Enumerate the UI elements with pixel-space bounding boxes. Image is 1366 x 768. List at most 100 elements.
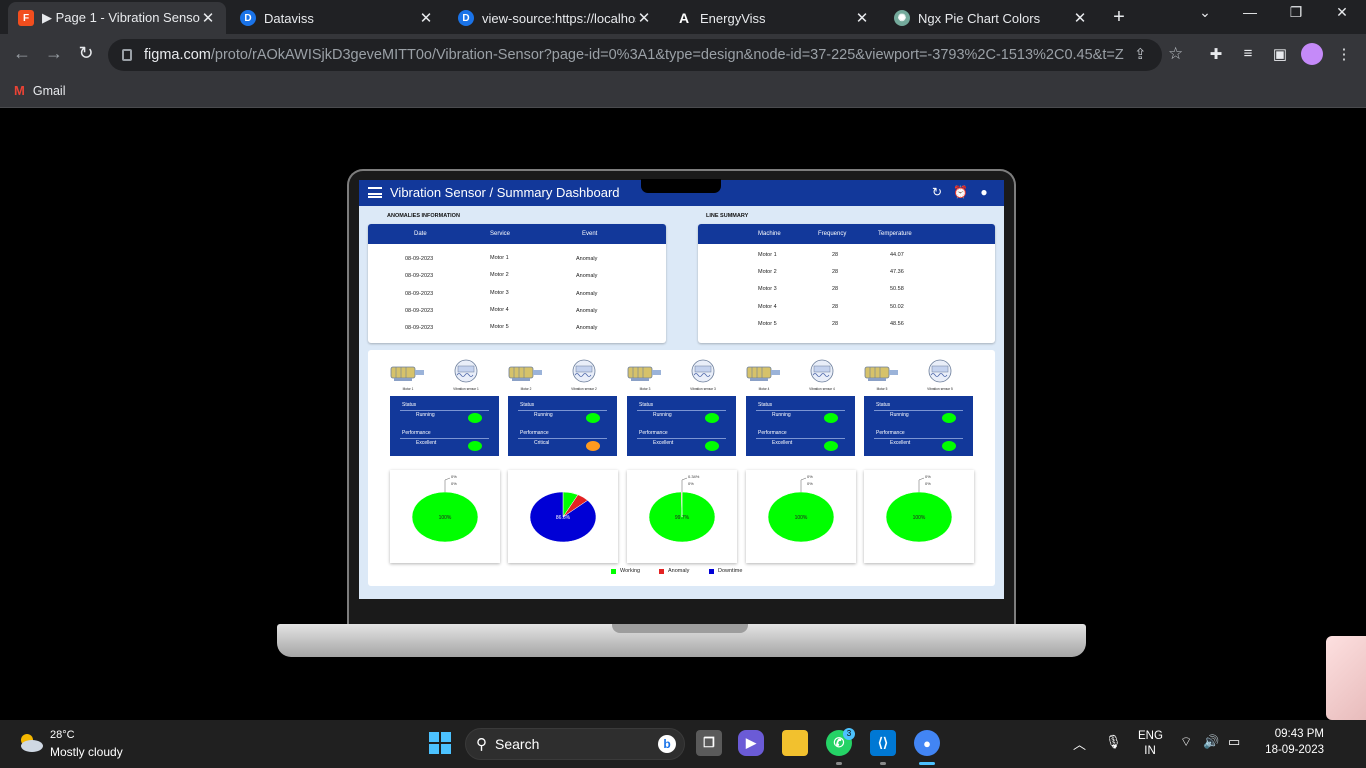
bookmark-gmail[interactable]: M Gmail	[14, 83, 66, 98]
weather-description[interactable]: Mostly cloudy	[50, 745, 123, 759]
close-icon[interactable]: ✕	[854, 9, 870, 27]
active-app-indicator	[919, 762, 935, 765]
close-icon[interactable]: ✕	[200, 9, 216, 27]
windows-start-button[interactable]	[427, 730, 453, 756]
legend-swatch	[659, 568, 664, 574]
tab-ngx-pie-chart[interactable]: ✺ Ngx Pie Chart Colors ✕	[884, 2, 1098, 34]
forward-button[interactable]: →	[42, 43, 66, 64]
motor-illustration	[506, 361, 546, 385]
side-panel-icon[interactable]: ▣	[1270, 45, 1290, 63]
motor-status-card[interactable]: Status Running Performance Excellent	[746, 396, 855, 456]
sensor-caption: Vibration sensor 3	[690, 387, 716, 391]
bing-icon[interactable]: b	[658, 735, 676, 753]
tab-dataviss[interactable]: D Dataviss ✕	[230, 2, 444, 34]
status-value: Running	[772, 412, 791, 418]
status-indicator	[942, 413, 956, 423]
performance-label: Performance	[639, 430, 668, 436]
language-indicator[interactable]: ENG IN	[1138, 730, 1163, 757]
window-close-button[interactable]: ✕	[1330, 4, 1354, 21]
legend-item-anomaly[interactable]: Anomaly	[659, 568, 689, 574]
motor-status-card[interactable]: Status Running Performance Excellent	[627, 396, 736, 456]
windows-taskbar: 28°C Mostly cloudy ⚲ Search b ❐ ▶ ✆ 3 ⟨⟩…	[0, 720, 1366, 768]
status-value: Running	[653, 412, 672, 418]
weather-temperature[interactable]: 28°C	[50, 729, 75, 741]
taskbar-search[interactable]: ⚲ Search b	[465, 728, 685, 760]
column-header: Date	[414, 231, 427, 237]
status-label: Status	[520, 402, 535, 408]
reload-button[interactable]: ↻	[74, 43, 98, 64]
clock-date: 18-09-2023	[1265, 744, 1324, 756]
dashboard-screen: Vibration Sensor / Summary Dashboard ↻ ⏰…	[359, 180, 1004, 599]
back-button[interactable]: ←	[10, 43, 34, 64]
vibration-sensor-illustration	[683, 359, 723, 383]
motor-caption: Motor 2	[520, 387, 532, 391]
tab-vibration-sensor[interactable]: F ▶ Page 1 - Vibration Sensor ✕	[8, 2, 226, 34]
downtime-value-label: 0%	[807, 481, 813, 486]
chevron-up-icon[interactable]: ︿	[1073, 734, 1086, 753]
volume-icon[interactable]: 🔊	[1203, 734, 1219, 750]
minimize-button[interactable]: —	[1238, 4, 1262, 20]
bookmark-star-icon[interactable]: ☆	[1168, 44, 1183, 64]
status-indicator	[468, 413, 482, 423]
refresh-icon[interactable]: ↻	[930, 185, 944, 199]
column-header: Temperature	[878, 231, 912, 237]
task-view-icon[interactable]: ❐	[696, 730, 722, 756]
motor-status-card[interactable]: Status Running Performance Critical	[508, 396, 617, 456]
user-icon[interactable]: ●	[977, 185, 991, 199]
table-header: Date Service Event	[368, 224, 666, 244]
vibration-sensor-illustration	[920, 359, 960, 383]
column-header: Event	[582, 231, 598, 237]
tab-view-source[interactable]: D view-source:https://localhost ✕	[448, 2, 662, 34]
vscode-icon[interactable]: ⟨⟩	[870, 730, 896, 756]
hamburger-menu-icon[interactable]	[368, 187, 382, 198]
profile-avatar[interactable]	[1301, 43, 1323, 65]
chrome-menu-icon[interactable]: ⋮	[1334, 45, 1354, 63]
pie-chart: 100% 0% 0%	[411, 474, 479, 543]
address-bar[interactable]: figma.com/proto/rAOkAWISjkD3geveMITT0o/V…	[108, 39, 1183, 71]
new-tab-button[interactable]: +	[1108, 6, 1130, 29]
motor-status-card[interactable]: Status Running Performance Excellent	[390, 396, 499, 456]
legend-item-working[interactable]: Working	[611, 568, 640, 574]
teams-chat-icon[interactable]: ▶	[738, 730, 764, 756]
notification-preview[interactable]	[1326, 636, 1366, 720]
restore-button[interactable]: ❐	[1284, 4, 1308, 21]
column-header: Frequency	[818, 231, 847, 237]
close-icon[interactable]: ✕	[636, 9, 652, 27]
legend-item-downtime[interactable]: Downtime	[709, 568, 742, 574]
chrome-icon[interactable]: ●	[914, 730, 940, 756]
media-control-icon[interactable]: ≡	[1238, 45, 1258, 62]
alarm-clock-icon[interactable]: ⏰	[953, 185, 968, 199]
lock-icon	[122, 49, 132, 61]
file-explorer-icon[interactable]	[782, 730, 808, 756]
sensor-caption: Vibration sensor 2	[571, 387, 597, 391]
motor-status-card[interactable]: Status Running Performance Excellent	[864, 396, 973, 456]
performance-indicator	[824, 441, 838, 451]
extensions-icon[interactable]: ✚	[1206, 45, 1226, 63]
close-icon[interactable]: ✕	[1072, 9, 1088, 27]
legend-label: Anomaly	[668, 568, 690, 574]
close-icon[interactable]: ✕	[418, 9, 434, 27]
callout-line	[918, 477, 925, 492]
laptop-base-notch	[612, 624, 748, 633]
tab-title: view-source:https://localhost	[482, 10, 636, 26]
tab-title: EnergyViss	[700, 10, 766, 26]
sensor-caption: Vibration sensor 1	[453, 387, 479, 391]
page-title: Vibration Sensor / Summary Dashboard	[390, 185, 620, 200]
wifi-icon[interactable]: ⌔	[1180, 734, 1192, 750]
divider	[518, 410, 607, 411]
performance-indicator	[942, 441, 956, 451]
system-clock[interactable]: 09:43 PM 18-09-2023	[1258, 728, 1324, 756]
status-label: Status	[876, 402, 891, 408]
battery-icon[interactable]: ▭	[1228, 734, 1240, 750]
legend-label: Downtime	[718, 568, 743, 574]
tab-search-icon[interactable]: ⌄	[1193, 4, 1217, 21]
performance-value: Excellent	[772, 440, 793, 446]
divider	[756, 410, 845, 411]
column-header: Service	[490, 231, 511, 237]
motor-illustration	[388, 361, 428, 385]
pie-chart-card: 86.6%	[508, 470, 618, 563]
tab-energyviss[interactable]: A EnergyViss ✕	[666, 2, 880, 34]
share-icon[interactable]: ⇪	[1134, 45, 1147, 63]
status-value: Running	[416, 412, 435, 418]
microphone-icon[interactable]: 🎙	[1105, 734, 1122, 750]
